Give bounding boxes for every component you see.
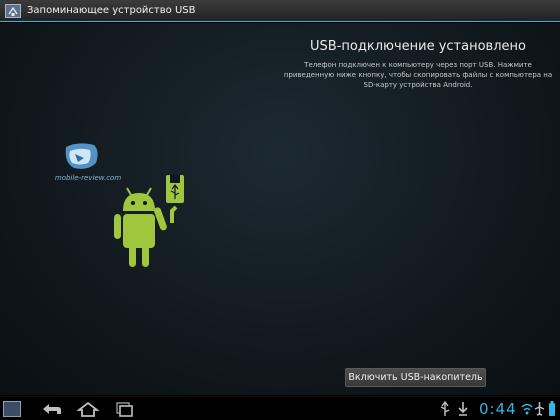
wifi-icon bbox=[521, 403, 533, 415]
enable-usb-storage-button[interactable]: Включить USB-накопитель bbox=[345, 368, 486, 387]
system-navigation-bar: 0:44 bbox=[0, 396, 560, 420]
watermark-icon bbox=[65, 143, 98, 169]
screenshot-thumbnail-icon bbox=[3, 401, 21, 417]
usb-notification-icon[interactable] bbox=[438, 399, 452, 419]
recent-apps-icon[interactable] bbox=[112, 399, 136, 419]
android-usb-icon bbox=[114, 175, 184, 267]
back-icon[interactable] bbox=[40, 399, 64, 419]
download-notification-icon[interactable] bbox=[456, 399, 470, 419]
app-title: Запоминающее устройство USB bbox=[27, 5, 196, 16]
title-bar: Запоминающее устройство USB bbox=[0, 0, 560, 22]
home-icon[interactable] bbox=[76, 399, 100, 419]
status-clock[interactable]: 0:44 bbox=[479, 400, 517, 418]
usb-connection-screen: USB-подключение установлено Телефон подк… bbox=[0, 23, 560, 395]
usb-storage-icon bbox=[5, 3, 21, 18]
connection-heading: USB-подключение установлено bbox=[310, 39, 526, 54]
connection-description: Телефон подключен к компьютеру через пор… bbox=[283, 61, 553, 89]
airplane-mode-icon bbox=[534, 402, 545, 416]
battery-icon bbox=[549, 401, 555, 416]
